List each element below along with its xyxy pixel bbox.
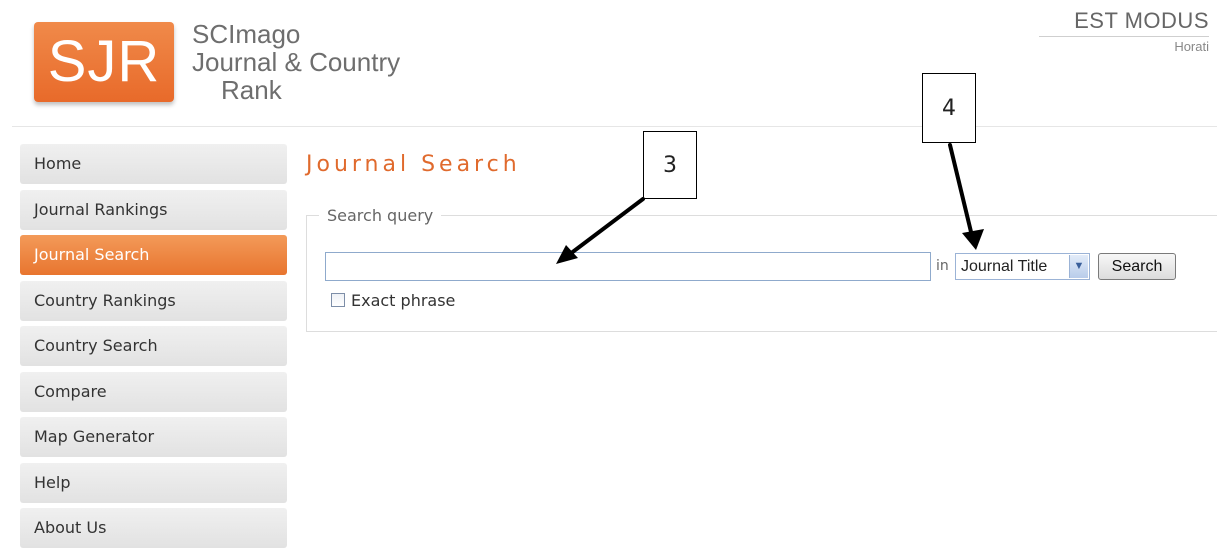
nav-item-country-rankings[interactable]: Country Rankings [20, 280, 287, 321]
page-title: Journal Search [306, 152, 521, 177]
motto-main: EST MODUS [1074, 8, 1209, 33]
search-field-selected: Journal Title [961, 258, 1048, 275]
search-input[interactable] [325, 252, 931, 281]
nav-item-about-us[interactable]: About Us [20, 508, 287, 548]
site-name-line1: SCImago [192, 19, 301, 49]
search-query-legend: Search query [327, 206, 434, 225]
exact-phrase-checkbox[interactable] [331, 293, 345, 307]
sidebar-nav: Home Journal Rankings Journal Search Cou… [20, 144, 287, 554]
nav-item-help[interactable]: Help [20, 462, 287, 503]
motto-divider [1039, 36, 1209, 37]
in-label: in [936, 258, 949, 274]
sjr-logo[interactable]: SJR [34, 22, 174, 102]
exact-phrase-label[interactable]: Exact phrase [351, 291, 455, 310]
site-name-line2: Journal & Country [192, 47, 401, 77]
chevron-down-icon[interactable]: ▼ [1069, 255, 1088, 278]
search-button[interactable]: Search [1098, 253, 1176, 280]
nav-item-map-generator[interactable]: Map Generator [20, 417, 287, 457]
nav-item-journal-search[interactable]: Journal Search [20, 235, 287, 275]
header-divider [12, 126, 1217, 127]
site-name-line3: Rank [221, 75, 282, 105]
search-field-select[interactable]: Journal Title ▼ [955, 253, 1090, 280]
motto: EST MODUS Horati [1039, 8, 1209, 54]
callout-4: 4 [922, 73, 976, 143]
motto-sub: Horati [1174, 39, 1209, 54]
nav-item-journal-rankings[interactable]: Journal Rankings [20, 189, 287, 230]
site-name: SCImago Journal & Country Rank [192, 20, 400, 104]
callout-3: 3 [643, 131, 697, 199]
nav-item-compare[interactable]: Compare [20, 371, 287, 412]
nav-item-home[interactable]: Home [20, 144, 287, 184]
nav-item-country-search[interactable]: Country Search [20, 326, 287, 366]
